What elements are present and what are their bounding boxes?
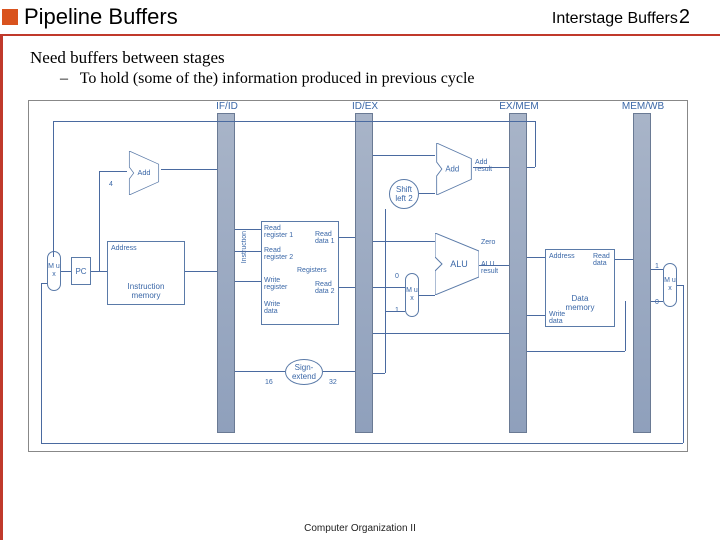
body-p2-text: To hold (some of the) information produc… [80, 70, 475, 87]
add-pc4: Add [127, 151, 161, 195]
body: Need buffers between stages – To hold (s… [30, 48, 700, 88]
pc: PC [71, 257, 91, 285]
wire [61, 271, 71, 272]
reg-memwb-label: MEM/WB [613, 101, 673, 112]
wire [683, 285, 684, 443]
n16: 16 [265, 379, 273, 386]
divider [0, 34, 720, 36]
wire [235, 229, 261, 230]
add-result: Add result [475, 159, 492, 173]
wire [385, 311, 405, 312]
wire [323, 371, 355, 372]
mux-nextpc: M u x [47, 251, 61, 291]
wire [535, 121, 536, 167]
n32: 32 [329, 379, 337, 386]
reg-memwb [633, 113, 651, 433]
wire [235, 251, 261, 252]
add-branch: Add [435, 143, 473, 195]
svg-text:Add: Add [137, 168, 150, 177]
mux-memtoreg: M u x [663, 263, 677, 307]
wire [99, 171, 100, 271]
mux-0a: 0 [395, 273, 399, 280]
wire [41, 443, 683, 444]
wire [527, 167, 535, 168]
imem-addr-label: Address [111, 245, 137, 252]
wire [527, 257, 545, 258]
page-title: Pipeline Buffers [24, 4, 178, 30]
shift-left-2: Shift left 2 [389, 179, 419, 209]
zero-label: Zero [481, 239, 495, 246]
body-p2: – To hold (some of the) information prod… [60, 70, 700, 88]
rf-label: Registers [297, 267, 327, 274]
wire [91, 271, 107, 272]
wire [625, 301, 626, 351]
wire [41, 283, 42, 443]
instr-label: Instruction [241, 231, 248, 263]
body-p1: Need buffers between stages [30, 48, 700, 68]
wire [161, 169, 217, 170]
wire [419, 193, 435, 194]
const-4: 4 [109, 181, 113, 188]
wire [235, 371, 285, 372]
datapath-diagram: IF/ID ID/EX EX/MEM MEM/WB M u x PC Instr… [28, 100, 688, 452]
wire [339, 237, 355, 238]
wire [339, 287, 355, 288]
dmem-wd: Write data [549, 311, 565, 325]
wire [419, 295, 435, 296]
dmem-label: Data memory [566, 294, 595, 312]
imem-label: Instruction memory [128, 282, 165, 300]
rd2: Read data 2 [315, 281, 334, 295]
wire [473, 167, 509, 168]
svg-text:Add: Add [445, 165, 459, 174]
wire [373, 287, 405, 288]
mux-alusrc: M u x [405, 273, 419, 317]
wire [41, 283, 47, 284]
wire [53, 121, 535, 122]
reg-ifid-label: IF/ID [197, 101, 257, 112]
dash-icon: – [60, 70, 68, 87]
sign-extend: Sign- extend [285, 359, 323, 385]
alu: ALU [435, 233, 479, 295]
wire [99, 171, 127, 172]
wire [185, 271, 217, 272]
wire [615, 259, 633, 260]
header-right: Interstage Buffers 2 [552, 6, 690, 29]
rr2: Read register 2 [264, 247, 293, 261]
reg-exmem-label: EX/MEM [489, 101, 549, 112]
reg-idex-label: ID/EX [335, 101, 395, 112]
wire [53, 121, 54, 257]
reg-ifid [217, 113, 235, 433]
rd1: Read data 1 [315, 231, 334, 245]
side-accent [0, 34, 3, 540]
subtitle: Interstage Buffers [552, 10, 678, 28]
wire [651, 269, 663, 270]
rr1: Read register 1 [264, 225, 293, 239]
wire [373, 155, 435, 156]
wire [235, 281, 261, 282]
wire [651, 301, 663, 302]
wire [373, 373, 385, 374]
reg-exmem [509, 113, 527, 433]
wire [527, 351, 625, 352]
wd: Write data [264, 301, 280, 315]
wire [373, 333, 509, 334]
page-number: 2 [679, 6, 690, 29]
footer: Computer Organization II [0, 523, 720, 534]
wire [479, 265, 509, 266]
alu-result: ALU result [481, 261, 498, 275]
bullet-icon [2, 9, 18, 25]
wr: Write register [264, 277, 287, 291]
dmem-rd: Read data [593, 253, 610, 267]
wire [527, 315, 545, 316]
svg-text:ALU: ALU [450, 259, 468, 269]
wire [373, 241, 435, 242]
dmem-addr: Address [549, 253, 575, 260]
wire [385, 209, 386, 373]
reg-idex [355, 113, 373, 433]
